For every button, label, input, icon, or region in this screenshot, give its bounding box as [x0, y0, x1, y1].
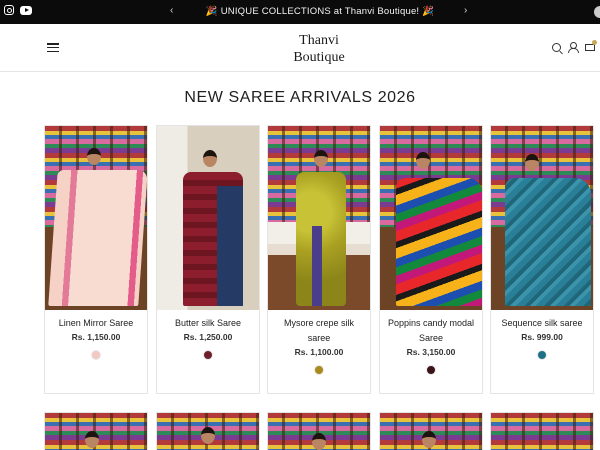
header-actions — [552, 39, 597, 53]
youtube-icon[interactable] — [20, 6, 32, 15]
product-card-partial[interactable] — [156, 412, 260, 450]
product-card[interactable]: Poppins candy modal Saree Rs. 3,150.00 — [379, 125, 483, 394]
product-name[interactable]: Sequence silk saree — [495, 316, 589, 331]
product-image[interactable] — [157, 126, 259, 310]
product-card[interactable]: Mysore crepe silk saree Rs. 1,100.00 — [267, 125, 371, 394]
instagram-icon[interactable] — [4, 5, 14, 15]
product-price: Rs. 1,100.00 — [294, 347, 344, 357]
account-icon[interactable] — [568, 42, 579, 53]
product-card-partial[interactable] — [267, 412, 371, 450]
product-price: Rs. 1,150.00 — [71, 332, 121, 342]
product-card-partial[interactable] — [490, 412, 594, 450]
product-name[interactable]: Linen Mirror Saree — [49, 316, 143, 331]
brand-logo[interactable]: Thanvi Boutique — [262, 32, 376, 66]
announcement-prev-arrow[interactable]: ‹ — [170, 5, 173, 17]
color-swatch[interactable] — [203, 350, 213, 360]
product-price: Rs. 1,250.00 — [183, 332, 233, 342]
product-card-partial[interactable] — [379, 412, 483, 450]
product-card[interactable]: Sequence silk saree Rs. 999.00 — [490, 125, 594, 394]
product-price: Rs. 999.00 — [521, 332, 563, 342]
search-icon[interactable] — [552, 42, 561, 52]
product-name[interactable]: Butter silk Saree — [161, 316, 255, 331]
site-header: Thanvi Boutique — [0, 24, 600, 72]
menu-icon[interactable] — [47, 43, 59, 53]
color-swatch[interactable] — [314, 365, 324, 375]
party-icon: 🎉 — [205, 6, 218, 17]
product-image[interactable] — [380, 126, 482, 310]
color-swatch[interactable] — [426, 365, 436, 375]
social-links — [4, 5, 32, 15]
product-image[interactable] — [491, 126, 593, 310]
color-swatch[interactable] — [91, 350, 101, 360]
announcement-message: 🎉 UNIQUE COLLECTIONS at Thanvi Boutique!… — [180, 6, 460, 17]
party-icon: 🎉 — [422, 6, 435, 17]
product-image[interactable] — [268, 126, 370, 310]
product-name[interactable]: Poppins candy modal Saree — [384, 316, 478, 346]
product-card[interactable]: Butter silk Saree Rs. 1,250.00 — [156, 125, 260, 394]
cart-badge — [592, 39, 597, 45]
announcement-next-arrow[interactable]: › — [464, 5, 467, 17]
product-price: Rs. 3,150.00 — [406, 347, 456, 357]
cart-icon[interactable] — [584, 39, 597, 52]
section-title: NEW SAREE ARRIVALS 2026 — [184, 89, 416, 106]
brand-name-line2: Boutique — [293, 50, 345, 65]
product-card[interactable]: Linen Mirror Saree Rs. 1,150.00 — [44, 125, 148, 394]
product-name[interactable]: Mysore crepe silk saree — [272, 316, 366, 346]
product-card-partial[interactable] — [44, 412, 148, 450]
product-image[interactable] — [45, 126, 147, 310]
announcement-bar: ‹ 🎉 UNIQUE COLLECTIONS at Thanvi Boutiqu… — [0, 0, 600, 24]
color-swatch[interactable] — [537, 350, 547, 360]
announcement-text: UNIQUE COLLECTIONS at Thanvi Boutique! — [220, 6, 420, 17]
brand-name-line1: Thanvi — [299, 33, 339, 48]
announcement-edge — [594, 6, 600, 18]
